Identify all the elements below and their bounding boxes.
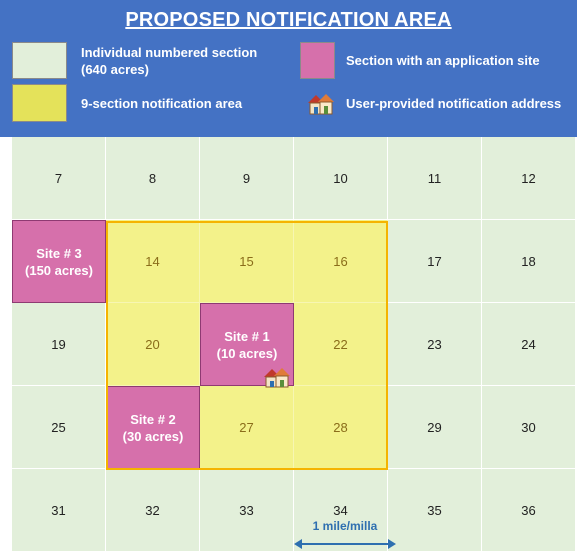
section-number: 9 xyxy=(242,170,251,186)
section-number: 33 xyxy=(239,502,254,518)
section-cell: 8 xyxy=(106,137,200,220)
section-number: 22 xyxy=(333,336,348,352)
section-number: 7 xyxy=(54,170,63,186)
section-cell: 35 xyxy=(388,469,482,552)
section-swatch xyxy=(12,42,67,79)
legend-notification-area: 9-section notification area xyxy=(81,96,243,111)
section-number: 28 xyxy=(333,419,348,435)
notification-section-cell: 22 xyxy=(294,303,388,386)
section-number: 11 xyxy=(427,170,442,186)
site-label: Site # 1 xyxy=(224,328,270,344)
section-number: 35 xyxy=(427,502,442,518)
section-number: 19 xyxy=(51,336,66,352)
section-number: 20 xyxy=(145,336,160,352)
section-cell: 10 xyxy=(294,137,388,220)
section-number: 34 xyxy=(333,502,348,518)
section-number: 32 xyxy=(145,502,160,518)
section-cell: 30 xyxy=(482,386,576,469)
section-number: 25 xyxy=(51,419,66,435)
legend-panel: PROPOSED NOTIFICATION AREA Individual nu… xyxy=(0,0,577,137)
section-number: 29 xyxy=(427,419,442,435)
notification-section-cell: 27 xyxy=(200,386,294,469)
section-cell: 31 xyxy=(12,469,106,552)
section-cell: 32 xyxy=(106,469,200,552)
notification-section-cell: 15 xyxy=(200,220,294,303)
section-number: 24 xyxy=(521,336,536,352)
site-acreage: (10 acres) xyxy=(216,345,278,361)
section-number: 16 xyxy=(333,253,348,269)
section-number: 12 xyxy=(521,170,536,186)
page-title: PROPOSED NOTIFICATION AREA xyxy=(125,9,452,31)
section-cell: 12 xyxy=(482,137,576,220)
notification-section-cell: 20 xyxy=(106,303,200,386)
site-section-cell: Site # 3 (150 acres) xyxy=(12,220,106,303)
section-cell: 18 xyxy=(482,220,576,303)
section-number: 10 xyxy=(333,170,348,186)
section-grid: 7 8 9 10 11 12 Site # 3 (150 acres) 14 15 16 17 18 19… xyxy=(12,137,576,552)
section-cell: 29 xyxy=(388,386,482,469)
site-label: Site # 3 xyxy=(36,245,82,261)
notification-section-cell: 28 xyxy=(294,386,388,469)
site-section-cell: Site # 2 (30 acres) xyxy=(106,386,200,469)
legend-individual-section-line2: (640 acres) xyxy=(81,62,149,77)
house-icon xyxy=(308,94,334,115)
site-acreage: (150 acres) xyxy=(25,262,93,278)
section-number: 36 xyxy=(521,502,536,518)
section-number: 23 xyxy=(427,336,442,352)
section-number: 17 xyxy=(427,253,442,269)
section-number: 27 xyxy=(239,419,254,435)
section-cell: 36 xyxy=(482,469,576,552)
section-number: 30 xyxy=(521,419,536,435)
site-swatch xyxy=(300,42,335,79)
section-cell: 17 xyxy=(388,220,482,303)
section-number: 31 xyxy=(51,502,66,518)
notification-section-cell: 14 xyxy=(106,220,200,303)
notification-section-cell: 16 xyxy=(294,220,388,303)
section-cell: 9 xyxy=(200,137,294,220)
section-cell: 33 xyxy=(200,469,294,552)
legend-application-site: Section with an application site xyxy=(346,53,540,68)
section-cell: 25 xyxy=(12,386,106,469)
section-number: 18 xyxy=(521,253,536,269)
section-number: 15 xyxy=(239,253,254,269)
legend-individual-section-line1: Individual numbered section xyxy=(81,45,258,60)
double-arrow-icon xyxy=(294,539,396,549)
section-cell: 23 xyxy=(388,303,482,386)
section-cell: 24 xyxy=(482,303,576,386)
section-cell: 11 xyxy=(388,137,482,220)
site-acreage: (30 acres) xyxy=(122,428,184,444)
site-label: Site # 2 xyxy=(130,411,176,427)
section-number: 8 xyxy=(148,170,157,186)
section-number: 14 xyxy=(145,253,160,269)
legend-notification-address: User-provided notification address xyxy=(346,96,562,111)
legend-individual-section: Individual numbered section (640 acres) xyxy=(81,44,281,78)
section-cell: 7 xyxy=(12,137,106,220)
scale-bar: 1 mile/milla xyxy=(294,519,396,552)
house-icon xyxy=(264,368,290,388)
notification-swatch xyxy=(12,84,67,122)
scale-label: 1 mile/milla xyxy=(312,519,378,533)
section-cell: 19 xyxy=(12,303,106,386)
